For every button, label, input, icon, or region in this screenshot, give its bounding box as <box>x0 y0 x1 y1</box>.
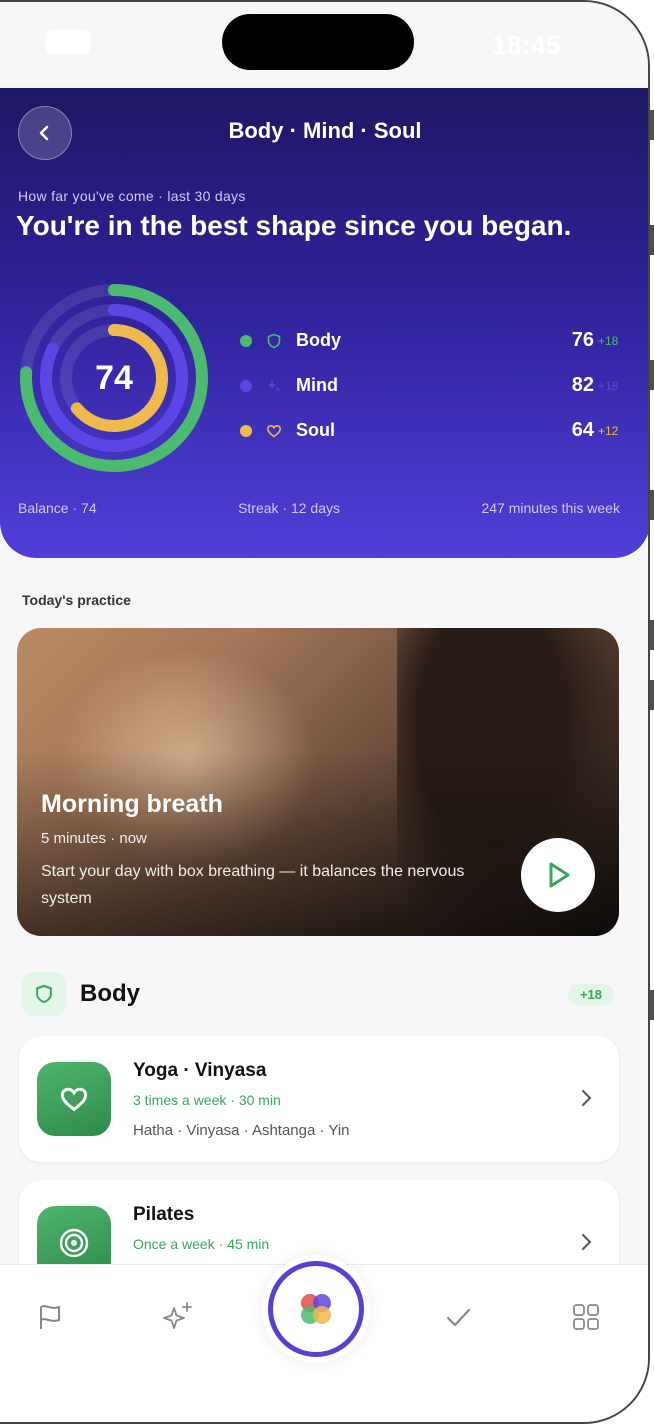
legend-label: Mind <box>296 375 338 395</box>
soul-dot <box>240 424 252 437</box>
hero-panel: Body · Mind · Soul How far you've come ·… <box>0 88 648 558</box>
page-title: Body · Mind · Soul <box>228 118 422 143</box>
legend-row-body[interactable]: Body 76 +18 <box>240 318 622 363</box>
card-frequency: 3 times a week · 30 min <box>133 1092 281 1108</box>
legend-score: 82 <box>571 374 594 396</box>
body-dot <box>240 334 252 347</box>
balance-stat: Balance · 74 <box>18 500 97 516</box>
play-icon <box>549 862 570 888</box>
score-legend: Body 76 +18 Mind 82 +18 Soul 64 +12 <box>240 318 622 453</box>
practice-title: Morning breath <box>41 790 223 818</box>
heart-icon <box>37 1062 111 1136</box>
grid-icon <box>573 1304 599 1330</box>
legend-row-soul[interactable]: Soul 64 +12 <box>240 408 622 453</box>
tab-discover[interactable] <box>160 1299 196 1335</box>
tab-bar <box>0 1255 648 1422</box>
category-title: Body <box>80 980 140 1007</box>
minutes-stat: 247 minutes this week <box>481 500 620 516</box>
hero-headline: You're in the best shape since you began… <box>16 210 572 241</box>
balance-score: 74 <box>95 358 133 397</box>
chevron-right-icon <box>582 1234 592 1250</box>
practice-meta: 5 minutes · now <box>41 830 147 847</box>
card-title: Pilates <box>133 1204 195 1225</box>
phone-screen: 18:45 Body · Mind · Soul How far you've … <box>0 0 650 1424</box>
sparkle-icon <box>266 378 282 394</box>
dynamic-island <box>222 14 414 70</box>
practice-description: Start your day with box breathing — it b… <box>41 863 465 907</box>
section-label: Today's practice <box>22 592 131 608</box>
chevron-right-icon <box>582 1090 592 1106</box>
shield-icon <box>22 972 66 1016</box>
check-icon <box>446 1308 471 1327</box>
status-time: 18:45 <box>492 30 561 60</box>
shield-icon <box>266 333 282 349</box>
hero-stats: Balance · 74 Streak · 12 days 247 minute… <box>18 500 620 516</box>
legend-label: Soul <box>296 420 335 440</box>
legend-delta: +12 <box>598 423 619 438</box>
balance-rings: 74 <box>18 282 210 474</box>
category-badge: +18 <box>567 984 614 1005</box>
tab-progress[interactable] <box>440 1299 476 1335</box>
legend-delta: +18 <box>598 378 619 393</box>
tab-home[interactable] <box>262 1255 370 1363</box>
tab-goals[interactable] <box>32 1299 68 1335</box>
status-bar: 18:45 <box>0 2 648 88</box>
legend-score: 76 <box>571 329 594 351</box>
mind-dot <box>240 379 252 392</box>
app-logo-icon <box>268 1261 364 1357</box>
status-icons <box>46 30 90 54</box>
tab-more[interactable] <box>568 1299 604 1335</box>
legend-delta: +18 <box>598 333 619 348</box>
sparkles-icon <box>163 1302 192 1329</box>
play-button[interactable] <box>521 838 595 912</box>
card-frequency: Once a week · 45 min <box>133 1236 270 1252</box>
card-title: Yoga · Vinyasa <box>133 1060 267 1081</box>
battery-icon <box>46 30 90 54</box>
hero-subtitle: How far you've come · last 30 days <box>18 188 246 204</box>
legend-row-mind[interactable]: Mind 82 +18 <box>240 363 622 408</box>
activity-card[interactable]: Yoga · Vinyasa 3 times a week · 30 min H… <box>19 1036 619 1162</box>
legend-score: 64 <box>571 419 594 441</box>
category-header: Body +18 <box>22 972 614 1018</box>
streak-stat: Streak · 12 days <box>238 500 340 516</box>
flag-icon <box>40 1305 60 1329</box>
legend-label: Body <box>296 330 341 350</box>
card-tags: Hatha · Vinyasa · Ashtanga · Yin <box>133 1122 350 1139</box>
heart-icon <box>266 423 282 439</box>
practice-card[interactable]: Morning breath 5 minutes · now Start you… <box>17 628 619 936</box>
